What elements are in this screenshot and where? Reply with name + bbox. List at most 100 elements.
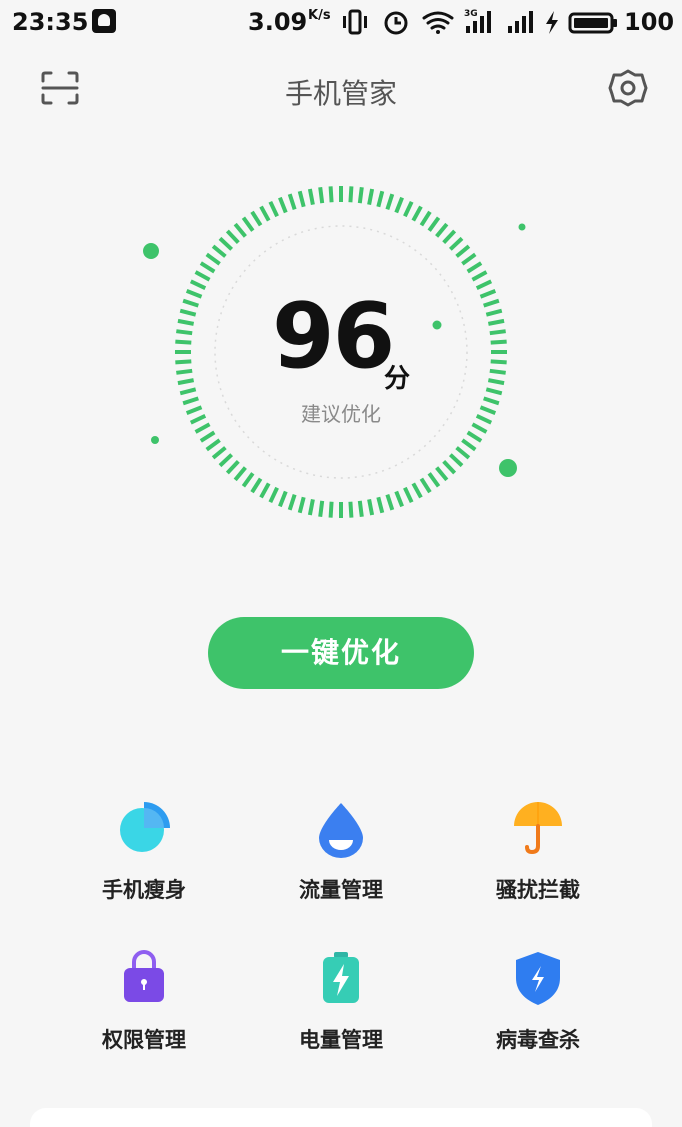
ring-tick	[385, 494, 395, 511]
shield-icon	[516, 952, 560, 1005]
ring-tick	[177, 378, 195, 386]
ring-tick	[403, 200, 414, 218]
score-value: 96	[272, 284, 395, 389]
ring-tick	[189, 279, 207, 290]
ring-tick	[485, 308, 503, 317]
ring-tick	[194, 270, 211, 282]
ring-tick	[211, 446, 227, 460]
ring-tick	[241, 472, 255, 488]
ring-tick	[297, 496, 306, 514]
charging-icon	[546, 11, 558, 34]
ring-tick	[179, 387, 197, 396]
decor-dot	[143, 243, 159, 259]
ring-tick	[489, 368, 506, 375]
ring-tick	[461, 438, 477, 452]
battery-level: 100	[624, 8, 675, 36]
ring-tick	[485, 387, 503, 396]
ring-tick	[442, 459, 457, 475]
ring-tick	[435, 222, 449, 238]
ring-tick	[455, 244, 471, 258]
ring-tick	[259, 205, 271, 222]
battery-status-icon	[568, 12, 617, 34]
network-speed-unit: K/s	[308, 8, 331, 23]
page-title: 手机管家	[284, 77, 397, 110]
ring-tick	[225, 459, 240, 475]
app-header: 手机管家	[0, 56, 682, 118]
ring-tick	[479, 289, 497, 299]
score-unit: 分	[384, 364, 411, 394]
ring-tick	[199, 430, 216, 443]
ring-tick	[427, 216, 441, 232]
vibrate-icon	[343, 9, 367, 35]
ring-tick	[394, 196, 404, 214]
tool-permission-management[interactable]: 权限管理	[44, 950, 244, 1070]
ring-tick	[357, 187, 364, 204]
ring-tick	[419, 210, 432, 227]
ring-tick	[179, 308, 197, 317]
ring-tick	[487, 378, 505, 386]
ring-tick	[287, 193, 297, 210]
ring-tick	[205, 438, 221, 452]
ring-tick	[411, 482, 423, 499]
tool-label: 权限管理	[102, 1028, 186, 1052]
ring-tick	[250, 210, 263, 227]
ring-tick	[466, 261, 483, 274]
ring-tick	[448, 236, 464, 251]
ring-tick	[241, 216, 255, 232]
status-bar: 23:35 3.09 K/s 3G 100	[0, 0, 682, 44]
lock-bag-icon	[124, 950, 164, 1002]
ring-tick	[218, 453, 234, 468]
ring-tick	[307, 498, 315, 516]
tool-label: 骚扰拦截	[496, 878, 580, 902]
status-time: 23:35	[12, 8, 89, 36]
ring-tick	[259, 482, 271, 499]
ring-tick	[448, 453, 464, 468]
ring-tick	[176, 368, 193, 375]
ring-tick	[367, 498, 375, 516]
ring-tick	[357, 500, 364, 517]
ring-tick	[182, 298, 199, 308]
gear-icon[interactable]	[608, 68, 648, 108]
tool-phone-cleanup[interactable]: 手机瘦身	[44, 800, 244, 920]
ring-tick	[490, 359, 507, 365]
tool-label: 电量管理	[299, 1028, 383, 1052]
tool-label: 病毒查杀	[496, 1028, 580, 1052]
ring-tick	[328, 186, 334, 203]
ring-tick	[483, 298, 500, 308]
ring-tick	[233, 222, 247, 238]
ring-tick	[199, 261, 216, 274]
ring-tick	[318, 187, 325, 204]
ring-tick	[427, 472, 441, 488]
one-click-optimize-button[interactable]: 一键优化	[208, 617, 474, 689]
ring-tick	[471, 270, 488, 282]
ring-tick	[211, 244, 227, 258]
tool-battery-management[interactable]: 电量管理	[241, 950, 441, 1070]
ring-tick	[455, 446, 471, 460]
ring-tick	[268, 200, 279, 218]
ring-tick	[487, 318, 505, 326]
ring-tick	[461, 252, 477, 266]
pie-chart-icon	[120, 802, 170, 852]
signal-icon	[508, 11, 533, 33]
ring-tick	[175, 359, 192, 365]
tool-data-management[interactable]: 流量管理	[241, 800, 441, 920]
ring-tick	[394, 490, 404, 508]
notification-icon	[92, 9, 116, 33]
bottom-card	[30, 1108, 652, 1127]
ring-tick	[385, 193, 395, 210]
ring-tick	[205, 252, 221, 266]
ring-tick	[250, 477, 263, 494]
ring-tick	[225, 229, 240, 245]
ring-tick	[233, 466, 247, 482]
battery-icon	[323, 952, 359, 1003]
ring-tick	[318, 500, 325, 517]
ring-tick	[278, 196, 288, 214]
tool-harassment-block[interactable]: 骚扰拦截	[438, 800, 638, 920]
tool-virus-scan[interactable]: 病毒查杀	[438, 950, 638, 1070]
alarm-icon	[384, 11, 408, 35]
score-description: 建议优化	[301, 402, 381, 426]
ring-tick	[287, 494, 297, 511]
tool-label: 手机瘦身	[102, 878, 186, 902]
ring-tick	[411, 205, 423, 222]
ring-tick	[376, 496, 385, 514]
